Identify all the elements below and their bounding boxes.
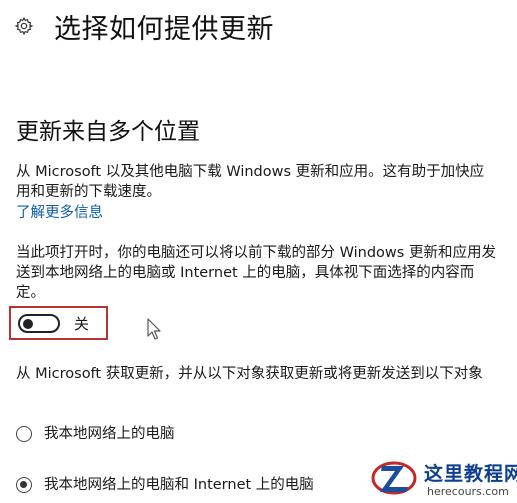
watermark-site-name: 这里教程网 bbox=[424, 463, 517, 485]
toggle-state-label: 关 bbox=[74, 315, 90, 333]
gear-icon bbox=[14, 16, 34, 36]
page-title: 选择如何提供更新 bbox=[54, 13, 274, 45]
watermark: 这里教程网 herecours.com bbox=[370, 455, 517, 501]
toggle-knob bbox=[23, 318, 33, 329]
radio-label: 我本地网络上的电脑和 Internet 上的电脑 bbox=[44, 477, 314, 493]
delivery-source-description: 从 Microsoft 获取更新，并从以下对象获取更新或将更新发送到以下对象 bbox=[16, 366, 483, 382]
watermark-logo-icon bbox=[371, 461, 417, 495]
toggle-description-text: 当此项打开时，你的电脑还可以将以前下载的部分 Windows 更新和应用发送到本… bbox=[16, 245, 496, 301]
description-text: 从 Microsoft 以及其他电脑下载 Windows 更新和应用。这有助于加… bbox=[16, 164, 485, 200]
delivery-toggle-switch[interactable] bbox=[18, 314, 60, 333]
mouse-cursor-icon bbox=[147, 318, 161, 340]
radio-option-local-network[interactable]: 我本地网络上的电脑 bbox=[16, 424, 175, 444]
learn-more-link[interactable]: 了解更多信息 bbox=[16, 203, 103, 223]
section-title: 更新来自多个位置 bbox=[16, 119, 200, 145]
settings-page: 选择如何提供更新 更新来自多个位置 从 Microsoft 以及其他电脑下载 W… bbox=[0, 0, 517, 503]
page-header: 选择如何提供更新 bbox=[14, 6, 274, 46]
radio-button[interactable] bbox=[16, 426, 32, 442]
radio-button-selected[interactable] bbox=[16, 477, 32, 493]
watermark-site-url: herecours.com bbox=[427, 485, 509, 498]
radio-label: 我本地网络上的电脑 bbox=[44, 426, 175, 442]
radio-option-local-and-internet[interactable]: 我本地网络上的电脑和 Internet 上的电脑 bbox=[16, 475, 314, 495]
